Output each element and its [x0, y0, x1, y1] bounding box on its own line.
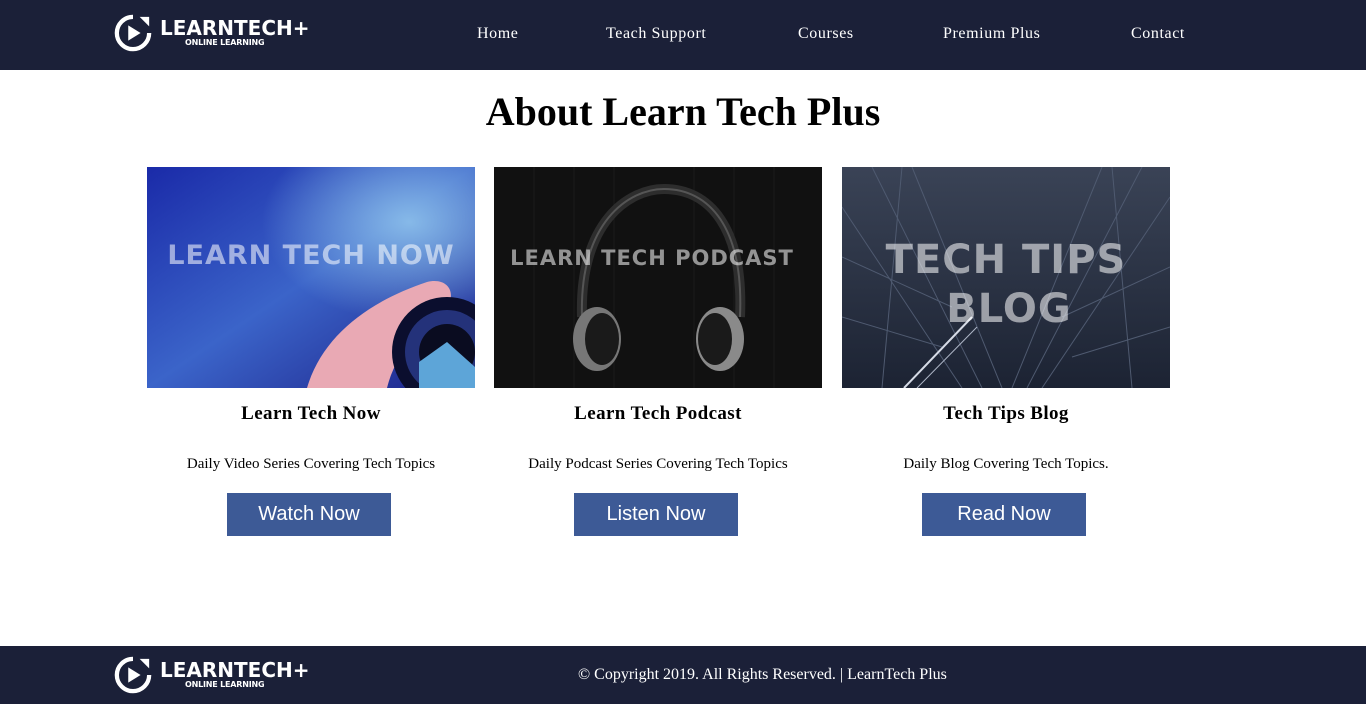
card-description: Daily Podcast Series Covering Tech Topic… — [528, 456, 788, 472]
watch-now-button[interactable]: Watch Now — [227, 493, 391, 536]
tech-tips-image-text-line1: TECH TIPS — [886, 237, 1127, 283]
main-nav: Home Teach Support Courses Premium Plus … — [0, 0, 1366, 70]
card-title: Learn Tech Now — [241, 403, 381, 424]
nav-link-courses[interactable]: Courses — [798, 25, 854, 43]
page-title: About Learn Tech Plus — [485, 89, 881, 134]
copyright-text: © Copyright 2019. All Rights Reserved. |… — [578, 666, 947, 683]
footer-brand-tagline: ONLINE LEARNING — [185, 680, 265, 689]
footer-brand-name: LEARNTECH+ — [160, 658, 310, 682]
learn-tech-now-image-text: LEARN TECH NOW — [167, 240, 454, 271]
footer-brand-logo[interactable]: LEARNTECH+ ONLINE LEARNING — [114, 656, 310, 694]
learn-tech-now-image[interactable]: LEARN TECH NOW — [147, 167, 475, 388]
footer-brand-wordmark: LEARNTECH+ ONLINE LEARNING — [160, 660, 310, 690]
footer: LEARNTECH+ ONLINE LEARNING © Copyright 2… — [0, 646, 1366, 704]
nav-link-premium-plus[interactable]: Premium Plus — [943, 25, 1040, 43]
card-title: Tech Tips Blog — [943, 403, 1069, 424]
learn-tech-podcast-image-text: LEARN TECH PODCAST — [510, 246, 794, 270]
listen-now-button[interactable]: Listen Now — [574, 493, 738, 536]
card-tech-tips-blog: TECH TIPS BLOG Tech Tips Blog Daily Blog… — [842, 167, 1170, 536]
play-circle-logo-icon — [114, 656, 152, 694]
tech-tips-blog-image[interactable]: TECH TIPS BLOG — [842, 167, 1170, 388]
learn-tech-podcast-image[interactable]: LEARN TECH PODCAST — [494, 167, 822, 388]
read-now-button[interactable]: Read Now — [922, 493, 1086, 536]
card-learn-tech-podcast: LEARN TECH PODCAST Learn Tech Podcast Da… — [494, 167, 822, 536]
card-learn-tech-now: LEARN TECH NOW Learn Tech Now Daily Vide… — [147, 167, 475, 536]
tech-tips-image-text-line2: BLOG — [946, 286, 1071, 332]
nav-link-teach-support[interactable]: Teach Support — [606, 25, 706, 43]
nav-link-home[interactable]: Home — [477, 25, 519, 43]
top-navbar: LEARNTECH+ ONLINE LEARNING Home Teach Su… — [0, 0, 1366, 70]
card-description: Daily Video Series Covering Tech Topics — [186, 456, 436, 472]
nav-link-contact[interactable]: Contact — [1131, 25, 1185, 43]
card-title: Learn Tech Podcast — [574, 403, 742, 424]
card-description: Daily Blog Covering Tech Topics. — [903, 456, 1109, 472]
